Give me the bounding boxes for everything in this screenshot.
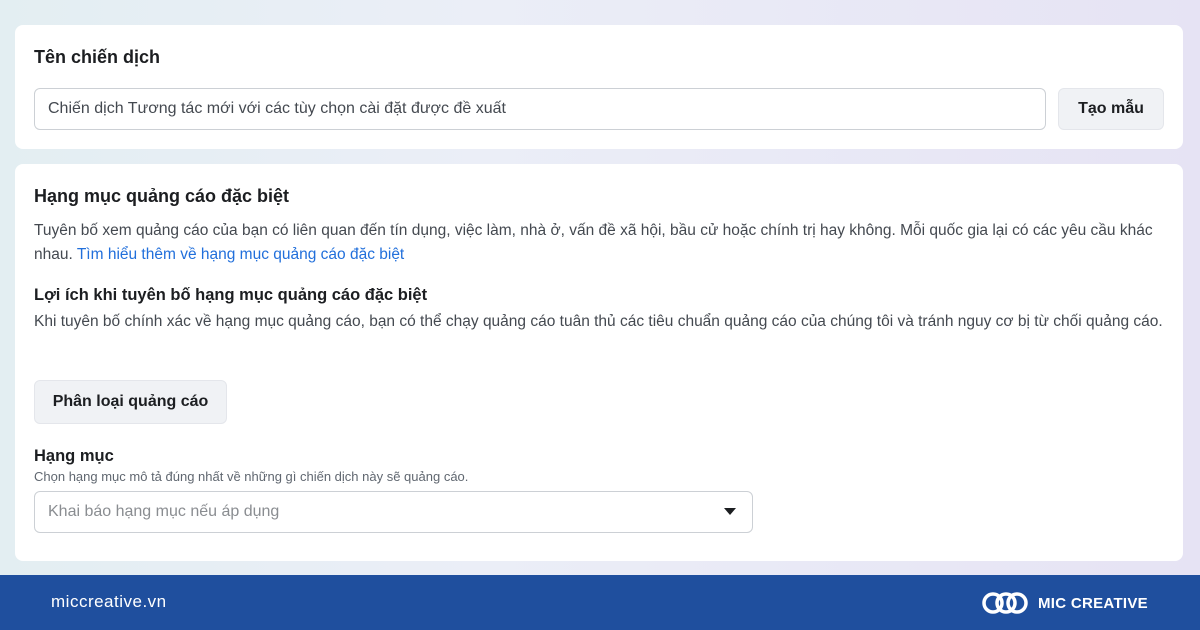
campaign-name-input[interactable]: Chiến dịch Tương tác mới với các tùy chọ… <box>34 88 1046 130</box>
campaign-name-card: Tên chiến dịch Chiến dịch Tương tác mới … <box>15 25 1183 149</box>
category-placeholder: Khai báo hạng mục nếu áp dụng <box>48 503 280 520</box>
benefit-description: Khi tuyên bố chính xác về hạng mục quảng… <box>34 313 1163 330</box>
special-ad-category-title: Hạng mục quảng cáo đặc biệt <box>34 186 290 206</box>
learn-more-link[interactable]: Tìm hiểu thêm về hạng mục quảng cáo đặc … <box>77 246 404 263</box>
special-ad-category-description: Tuyên bố xem quảng cáo của bạn có liên q… <box>34 219 1169 267</box>
brand-name: MIC CREATIVE <box>1038 594 1148 612</box>
footer-url: miccreative.vn <box>51 592 167 611</box>
campaign-name-title: Tên chiến dịch <box>34 47 161 67</box>
mic-creative-logo-icon <box>982 592 1028 614</box>
classify-ads-button[interactable]: Phân loại quảng cáo <box>34 380 227 424</box>
create-template-button[interactable]: Tạo mẫu <box>1058 88 1164 130</box>
special-ad-category-card: Hạng mục quảng cáo đặc biệt Tuyên bố xem… <box>15 164 1183 561</box>
benefit-title: Lợi ích khi tuyên bố hạng mục quảng cáo … <box>34 286 428 304</box>
category-help-text: Chọn hạng mục mô tả đúng nhất về những g… <box>34 469 469 484</box>
caret-down-icon <box>724 508 736 515</box>
category-dropdown[interactable]: Khai báo hạng mục nếu áp dụng <box>34 491 753 533</box>
brand: MIC CREATIVE <box>982 588 1148 618</box>
category-label: Hạng mục <box>34 447 114 465</box>
footer-bar: miccreative.vn MIC CREATIVE <box>0 575 1200 630</box>
